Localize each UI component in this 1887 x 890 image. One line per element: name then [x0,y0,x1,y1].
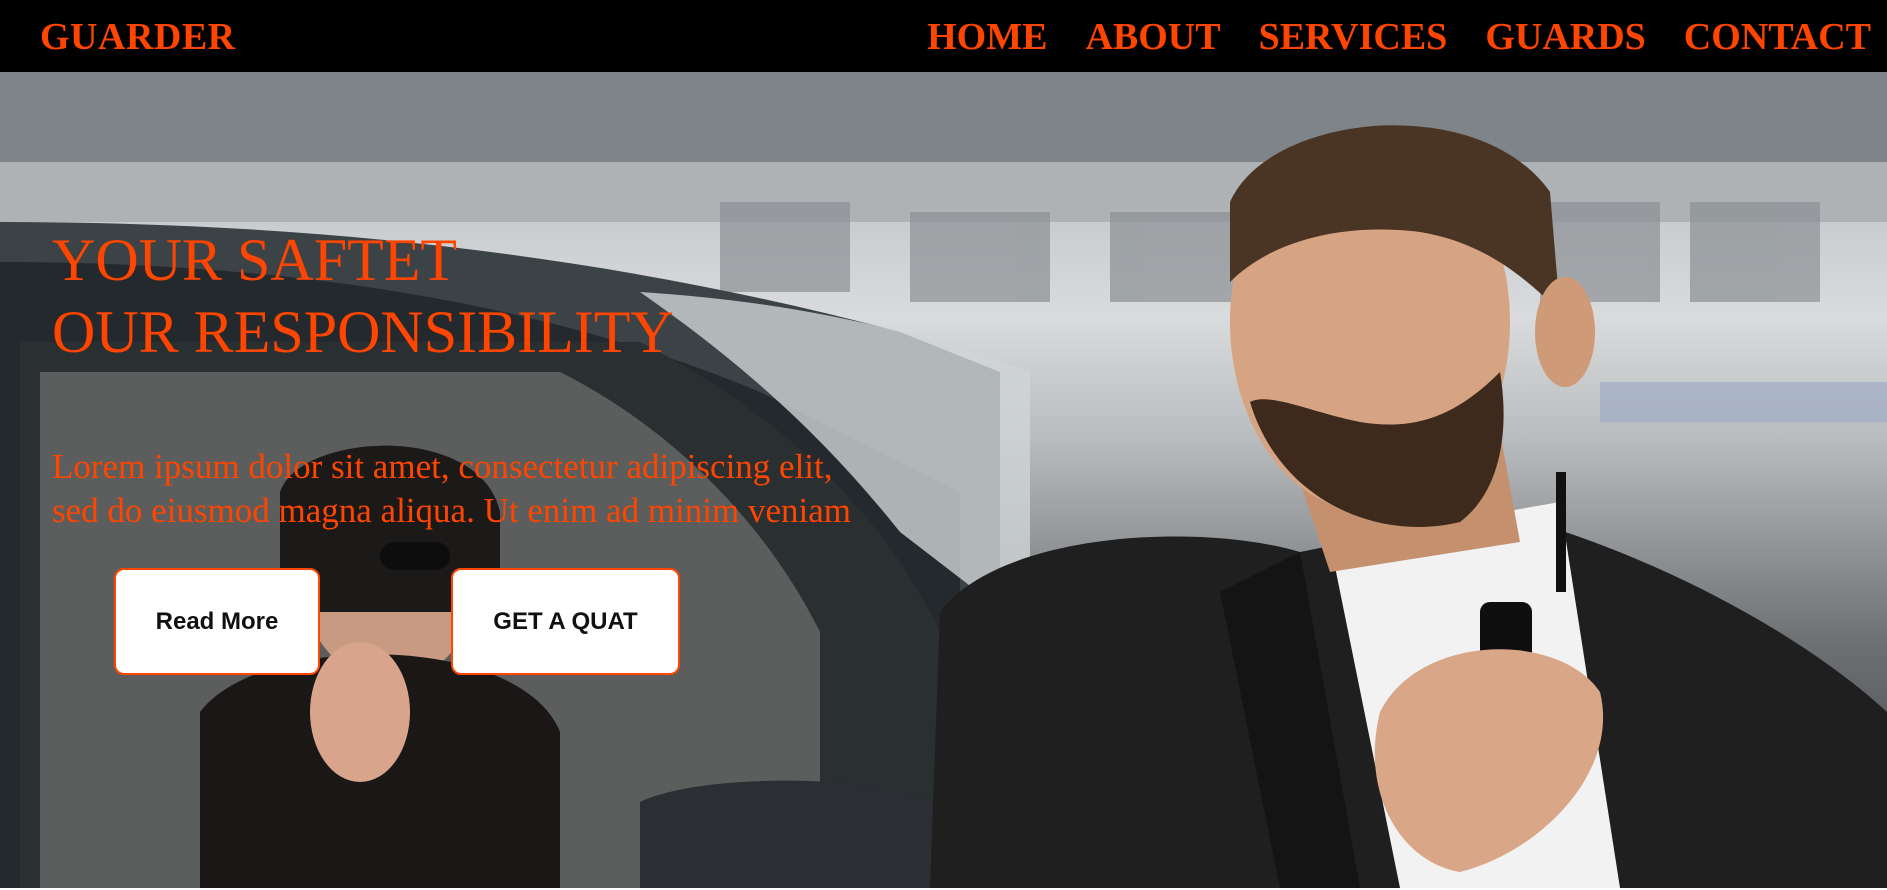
read-more-button[interactable]: Read More [114,568,320,675]
navbar: GUARDER HOME ABOUT SERVICES GUARDS CONTA… [0,0,1887,72]
get-a-quote-button[interactable]: GET A QUAT [451,568,680,675]
hero-title: YOUR SAFTET OUR RESPONSIBILITY [52,224,674,368]
nav-link-home[interactable]: HOME [927,18,1047,56]
nav-link-services[interactable]: SERVICES [1259,18,1448,56]
hero-title-line-1: YOUR SAFTET [52,227,458,293]
brand-logo[interactable]: GUARDER [40,18,236,56]
nav-link-guards[interactable]: GUARDS [1485,18,1645,56]
hero-description-line-1: Lorem ipsum dolor sit amet, consectetur … [52,447,833,486]
hero-description: Lorem ipsum dolor sit amet, consectetur … [52,445,851,533]
hero-section: YOUR SAFTET OUR RESPONSIBILITY Lorem ips… [0,72,1887,888]
nav-menu: HOME ABOUT SERVICES GUARDS CONTACT [927,18,1871,56]
nav-link-contact[interactable]: CONTACT [1684,18,1871,56]
nav-link-about[interactable]: ABOUT [1085,18,1220,56]
hero-title-line-2: OUR RESPONSIBILITY [52,299,674,365]
hero-description-line-2: sed do eiusmod magna aliqua. Ut enim ad … [52,491,852,530]
